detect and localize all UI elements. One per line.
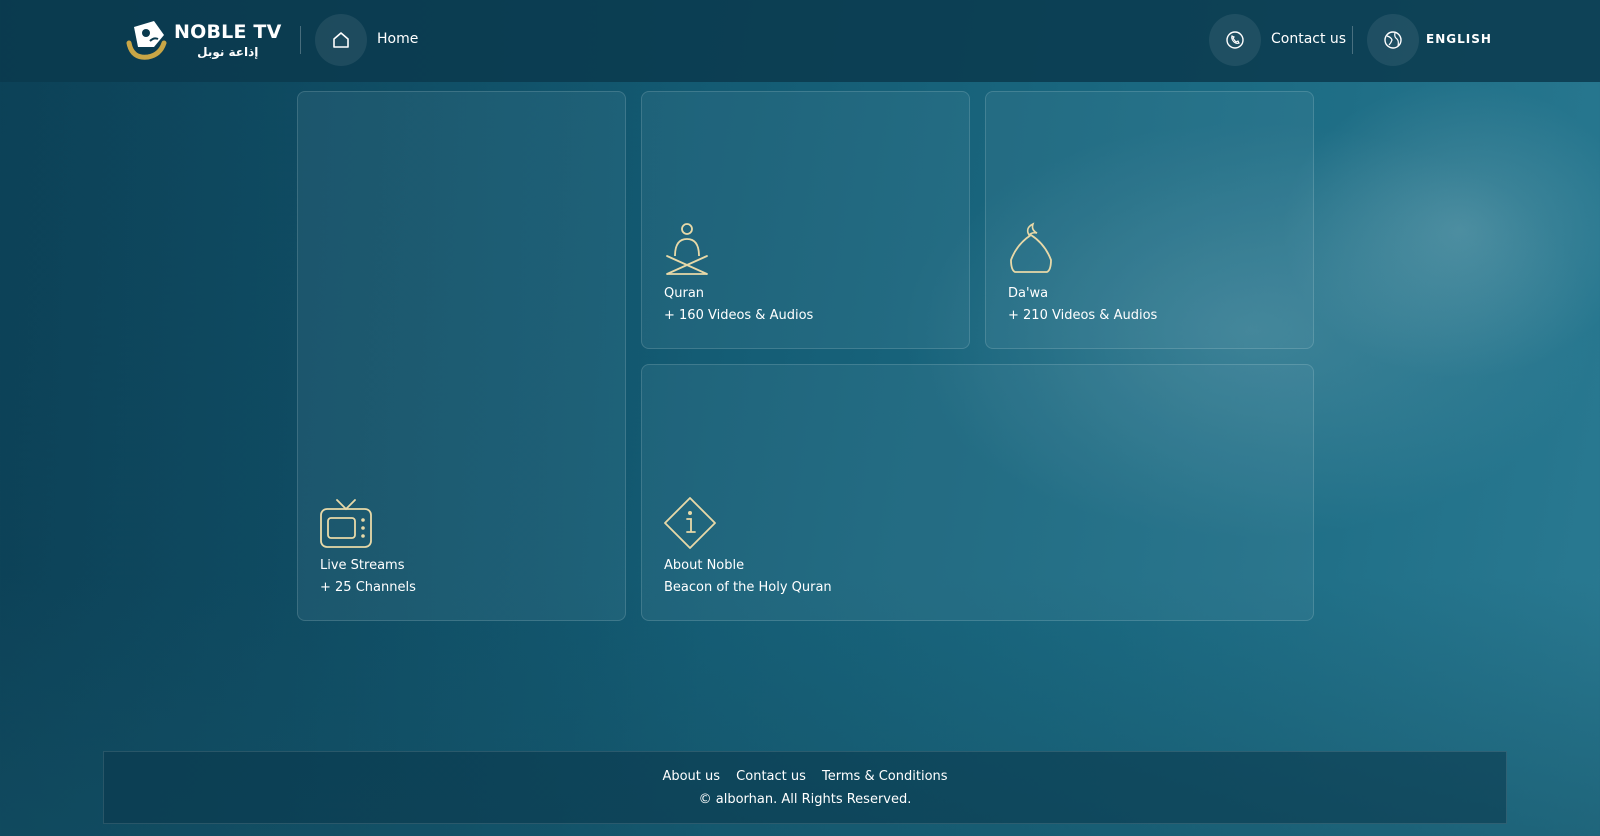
home-link[interactable]: Home [377, 31, 418, 47]
card-subtitle: + 25 Channels [320, 580, 416, 595]
footer: About us Contact us Terms & Conditions ©… [103, 751, 1507, 824]
logo-subtitle: إذاعة نوبل [197, 44, 259, 59]
live-streams-card[interactable]: Live Streams + 25 Channels [297, 91, 626, 621]
noble-tv-logo[interactable]: NOBLE TV إذاعة نوبل [124, 16, 284, 64]
card-subtitle: Beacon of the Holy Quran [664, 580, 832, 595]
card-subtitle: + 210 Videos & Audios [1008, 308, 1158, 323]
quran-reader-icon [666, 223, 708, 275]
footer-link-terms[interactable]: Terms & Conditions [822, 769, 948, 784]
about-card[interactable]: About Noble Beacon of the Holy Quran [641, 364, 1314, 621]
footer-link-about[interactable]: About us [662, 769, 720, 784]
language-button[interactable] [1367, 14, 1419, 66]
footer-links: About us Contact us Terms & Conditions [104, 769, 1506, 784]
phone-icon [1226, 31, 1244, 49]
contact-button[interactable] [1209, 14, 1261, 66]
footer-link-contact[interactable]: Contact us [736, 769, 806, 784]
language-label[interactable]: ENGLISH [1426, 32, 1492, 46]
globe-icon [1384, 31, 1402, 49]
card-title: Live Streams [320, 558, 405, 573]
header-divider [1352, 26, 1353, 54]
card-title: About Noble [664, 558, 745, 573]
home-button[interactable] [315, 14, 367, 66]
logo-icon [126, 21, 167, 60]
card-title: Da'wa [1008, 286, 1049, 301]
tv-icon [320, 499, 372, 548]
dawa-card[interactable]: Da'wa + 210 Videos & Audios [985, 91, 1314, 349]
card-title: Quran [664, 286, 705, 301]
logo-title: NOBLE TV [174, 20, 282, 43]
info-icon [664, 497, 716, 549]
top-navbar: NOBLE TV إذاعة نوبل Home Contact us ENGL… [0, 0, 1600, 82]
card-subtitle: + 160 Videos & Audios [664, 308, 814, 323]
quran-card[interactable]: Quran + 160 Videos & Audios [641, 91, 970, 349]
header-divider [300, 26, 301, 54]
contact-link[interactable]: Contact us [1271, 31, 1346, 47]
copyright-text: © alborhan. All Rights Reserved. [698, 792, 912, 807]
home-icon [333, 32, 349, 48]
mosque-dome-icon [1010, 222, 1052, 273]
